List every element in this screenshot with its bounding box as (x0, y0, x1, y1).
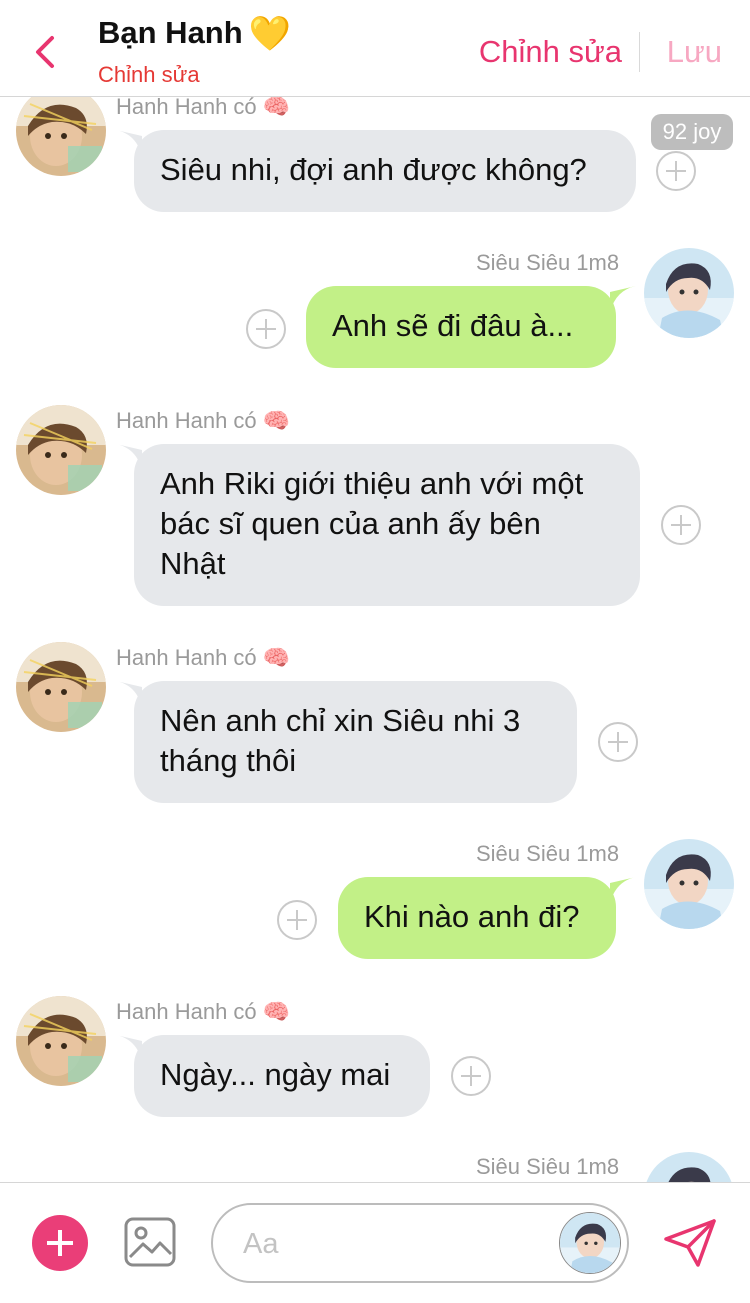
add-reaction-button[interactable] (661, 505, 701, 545)
sender-avatar[interactable] (644, 1152, 734, 1182)
sender-name: Hanh Hanh có 🧠 (116, 408, 291, 433)
message-line: Nhật (160, 546, 226, 581)
message-line: Nên anh chỉ xin Siêu nhi 3 (160, 703, 521, 738)
sender-avatar[interactable] (16, 96, 106, 176)
add-reaction-button[interactable] (656, 151, 696, 191)
image-icon[interactable] (124, 1217, 176, 1267)
message-bubble-outgoing[interactable]: Khi nào anh đi? (338, 877, 616, 959)
message-line: bác sĩ quen của anh ấy bên (160, 506, 541, 541)
sender-name: Siêu Siêu 1m8 (476, 841, 620, 866)
message-bubble-incoming[interactable]: Siêu nhi, đợi anh được không? (134, 130, 636, 212)
add-reaction-button[interactable] (277, 900, 317, 940)
message-bubble-incoming[interactable]: Anh Riki giới thiệu anh với một bác sĩ q… (134, 444, 640, 606)
add-reaction-button[interactable] (598, 722, 638, 762)
bubble-tail (610, 877, 636, 903)
brain-emoji: 🧠 (262, 645, 291, 670)
sender-name: Hanh Hanh có 🧠 (116, 96, 291, 119)
sender-name: Siêu Siêu 1m8 (476, 250, 620, 275)
sender-avatar[interactable] (16, 642, 106, 732)
sender-avatar[interactable] (644, 248, 734, 338)
brain-emoji: 🧠 (262, 999, 291, 1024)
message-bubble-incoming[interactable]: Nên anh chỉ xin Siêu nhi 3 tháng thôi (134, 681, 577, 803)
brain-emoji: 🧠 (262, 408, 291, 433)
chat-subtitle[interactable]: Chỉnh sửa (98, 62, 200, 88)
composer-bar (0, 1182, 750, 1303)
sender-name: Hanh Hanh có 🧠 (116, 645, 291, 670)
chat-header: Bạn Hanh 💛 Chỉnh sửa Chỉnh sửa Lưu (0, 0, 750, 97)
sender-name: Hanh Hanh có 🧠 (116, 999, 291, 1024)
sender-avatar[interactable] (16, 405, 106, 495)
sender-avatar[interactable] (16, 996, 106, 1086)
yellow-heart-emoji: 💛 (248, 15, 292, 53)
bubble-tail (610, 286, 636, 312)
message-bubble-outgoing[interactable]: Anh sẽ đi đâu à... (306, 286, 616, 368)
add-reaction-button[interactable] (451, 1056, 491, 1096)
back-chevron-icon[interactable] (28, 30, 64, 74)
joy-badge: 92 joy (651, 114, 733, 150)
chat-title: Bạn Hanh 💛 (98, 14, 291, 54)
header-divider (639, 32, 640, 72)
send-icon[interactable] (662, 1217, 718, 1269)
chat-title-text: Bạn Hanh (98, 15, 243, 50)
save-button[interactable]: Lưu (667, 34, 722, 70)
brain-emoji: 🧠 (262, 96, 291, 119)
message-input[interactable] (241, 1219, 545, 1269)
add-reaction-button[interactable] (246, 309, 286, 349)
sender-name: Siêu Siêu 1m8 (476, 1154, 620, 1179)
plus-icon[interactable] (32, 1215, 88, 1271)
persona-avatar[interactable] (559, 1212, 621, 1274)
message-list[interactable]: Hanh Hanh có 🧠 92 joy Siêu nhi, đợi anh … (0, 96, 750, 1182)
message-input-wrapper (211, 1203, 629, 1283)
edit-button[interactable]: Chỉnh sửa (479, 34, 622, 70)
message-line: tháng thôi (160, 743, 297, 778)
message-line: Anh Riki giới thiệu anh với một (160, 466, 584, 501)
sender-avatar[interactable] (644, 839, 734, 929)
message-bubble-incoming[interactable]: Ngày... ngày mai (134, 1035, 430, 1117)
